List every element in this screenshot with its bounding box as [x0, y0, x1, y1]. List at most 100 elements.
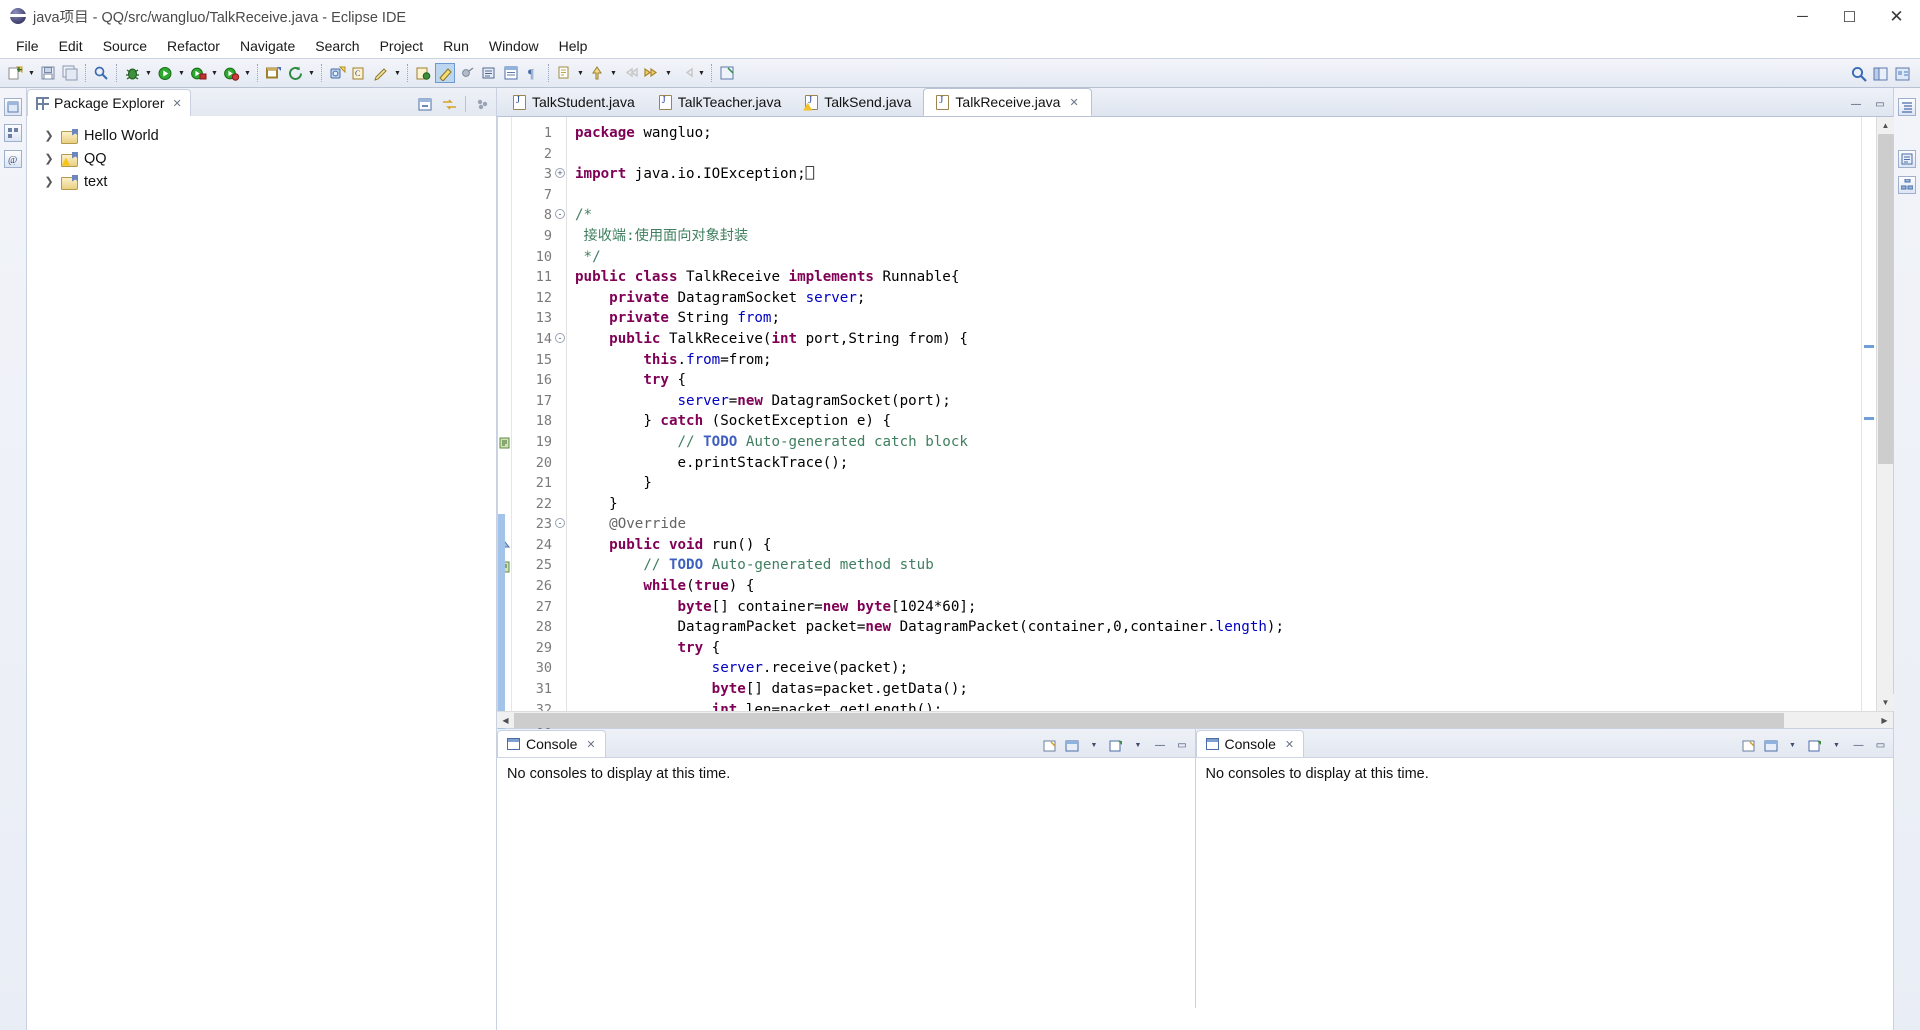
- new-wizard-dropdown-icon[interactable]: ▼: [26, 63, 37, 83]
- fold-toggle-icon[interactable]: -: [554, 329, 566, 350]
- debug-dropdown-icon[interactable]: ▼: [143, 63, 154, 83]
- fold-toggle-icon[interactable]: -: [554, 205, 566, 226]
- menu-refactor[interactable]: Refactor: [157, 36, 230, 56]
- menu-file[interactable]: File: [6, 36, 49, 56]
- close-icon[interactable]: ✕: [586, 738, 595, 751]
- code-line[interactable]: 接收端:使用面向对象封装: [575, 226, 1861, 247]
- new-package-icon[interactable]: [327, 63, 347, 83]
- code-line[interactable]: private DatagramSocket server;: [575, 288, 1861, 309]
- code-line[interactable]: public class TalkReceive implements Runn…: [575, 267, 1861, 288]
- menu-source[interactable]: Source: [93, 36, 157, 56]
- refresh-icon[interactable]: [285, 63, 305, 83]
- minimize-icon[interactable]: —: [1153, 738, 1168, 753]
- java-perspective-icon[interactable]: [435, 63, 455, 83]
- code-line[interactable]: server=new DatagramSocket(port);: [575, 391, 1861, 412]
- display-selected-console-arrow-icon[interactable]: ▼: [1785, 738, 1800, 753]
- toggle-mark-occurrences-icon[interactable]: [457, 63, 477, 83]
- display-selected-console-icon[interactable]: [1763, 738, 1778, 753]
- code-line[interactable]: }: [575, 494, 1861, 515]
- scrollbar-thumb[interactable]: [514, 713, 1784, 728]
- open-console-icon[interactable]: [1109, 738, 1124, 753]
- scroll-up-icon[interactable]: ▲: [1877, 117, 1894, 134]
- next-annotation-dropdown-icon[interactable]: ▼: [575, 63, 586, 83]
- annotations-fastview-icon[interactable]: @: [4, 150, 22, 168]
- pilcrow-icon[interactable]: ¶: [523, 63, 543, 83]
- tree-item-hello-world[interactable]: ❯ Hello World: [27, 124, 496, 147]
- code-line[interactable]: public void run() {: [575, 535, 1861, 556]
- collapse-all-icon[interactable]: [417, 96, 433, 112]
- editor-tab-talkstudent[interactable]: TalkStudent.java: [501, 88, 647, 116]
- new-annotation-icon[interactable]: [371, 63, 391, 83]
- code-line[interactable]: private String from;: [575, 308, 1861, 329]
- scroll-down-icon[interactable]: ▼: [1877, 694, 1894, 711]
- previous-annotation-dropdown-icon[interactable]: ▼: [608, 63, 619, 83]
- code-line[interactable]: package wangluo;: [575, 123, 1861, 144]
- run-icon[interactable]: [155, 63, 175, 83]
- folding-ruler[interactable]: + - - -: [554, 117, 567, 711]
- code-line[interactable]: byte[] datas=packet.getData();: [575, 679, 1861, 700]
- source-code-text[interactable]: package wangluo; import java.io.IOExcepti…: [567, 117, 1861, 711]
- next-annotation-icon[interactable]: [554, 63, 574, 83]
- code-line[interactable]: // TODO Auto-generated method stub: [575, 555, 1861, 576]
- save-all-icon[interactable]: [60, 63, 80, 83]
- open-task-icon[interactable]: [479, 63, 499, 83]
- chevron-right-icon[interactable]: ❯: [43, 152, 55, 165]
- code-line[interactable]: DatagramPacket packet=new DatagramPacket…: [575, 617, 1861, 638]
- outline-fastview-icon[interactable]: [1898, 98, 1916, 116]
- run-external-dropdown-icon[interactable]: ▼: [209, 63, 220, 83]
- run-external-tools-icon[interactable]: [188, 63, 208, 83]
- code-line[interactable]: public TalkReceive(int port,String from)…: [575, 329, 1861, 350]
- coverage-dropdown-icon[interactable]: ▼: [242, 63, 253, 83]
- code-line[interactable]: @Override: [575, 514, 1861, 535]
- code-line[interactable]: int len=packet.getLength();: [575, 700, 1861, 711]
- code-line[interactable]: e.printStackTrace();: [575, 453, 1861, 474]
- code-line[interactable]: import java.io.IOException;⎕: [575, 164, 1861, 185]
- tree-item-text[interactable]: ❯ text: [27, 170, 496, 193]
- chevron-right-icon[interactable]: ❯: [43, 175, 55, 188]
- code-line[interactable]: } catch (SocketException e) {: [575, 411, 1861, 432]
- fold-toggle-icon[interactable]: -: [554, 514, 566, 535]
- package-explorer-tab[interactable]: Package Explorer ✕: [27, 89, 191, 116]
- menu-project[interactable]: Project: [370, 36, 434, 56]
- minimize-button[interactable]: ─: [1779, 0, 1826, 33]
- overview-ruler[interactable]: [1861, 117, 1876, 711]
- menu-help[interactable]: Help: [549, 36, 598, 56]
- menu-run[interactable]: Run: [433, 36, 479, 56]
- scrollbar-thumb[interactable]: [1878, 134, 1893, 464]
- open-perspective-icon[interactable]: [1871, 64, 1891, 84]
- close-icon[interactable]: ✕: [173, 97, 182, 110]
- editor-tab-talkteacher[interactable]: TalkTeacher.java: [647, 88, 794, 116]
- annotation-ruler[interactable]: [498, 117, 512, 741]
- maximize-icon[interactable]: ▭: [1873, 97, 1887, 111]
- save-icon[interactable]: [38, 63, 58, 83]
- todo-task-marker-icon[interactable]: [499, 436, 511, 449]
- code-line[interactable]: }: [575, 473, 1861, 494]
- back-history-dropdown-icon[interactable]: ▼: [696, 63, 707, 83]
- minimize-icon[interactable]: —: [1851, 738, 1866, 753]
- code-line[interactable]: this.from=from;: [575, 350, 1861, 371]
- open-console-arrow-icon[interactable]: ▼: [1131, 738, 1146, 753]
- code-line[interactable]: */: [575, 247, 1861, 268]
- editor-horizontal-scrollbar[interactable]: ◀ ▶: [497, 711, 1893, 728]
- maximize-button[interactable]: ☐: [1826, 0, 1873, 33]
- debug-icon[interactable]: [122, 63, 142, 83]
- new-java-project-icon[interactable]: [263, 63, 283, 83]
- type-hierarchy-fastview-icon[interactable]: [1898, 176, 1916, 194]
- scroll-left-icon[interactable]: ◀: [497, 712, 514, 728]
- code-line[interactable]: /*: [575, 205, 1861, 226]
- code-line[interactable]: [575, 144, 1861, 165]
- new-annotation-dropdown-icon[interactable]: ▼: [392, 63, 403, 83]
- menu-window[interactable]: Window: [479, 36, 549, 56]
- pin-editor-icon[interactable]: [717, 63, 737, 83]
- menu-search[interactable]: Search: [305, 36, 369, 56]
- quick-access-search-icon[interactable]: [1849, 64, 1869, 84]
- run-dropdown-icon[interactable]: ▼: [176, 63, 187, 83]
- new-wizard-icon[interactable]: [5, 63, 25, 83]
- previous-annotation-icon[interactable]: [587, 63, 607, 83]
- search-icon[interactable]: [91, 63, 111, 83]
- code-line[interactable]: // TODO Auto-generated catch block: [575, 432, 1861, 453]
- pin-console-icon[interactable]: [1043, 738, 1058, 753]
- link-with-editor-icon[interactable]: [441, 96, 457, 112]
- open-properties-icon[interactable]: [501, 63, 521, 83]
- back-icon[interactable]: [620, 63, 640, 83]
